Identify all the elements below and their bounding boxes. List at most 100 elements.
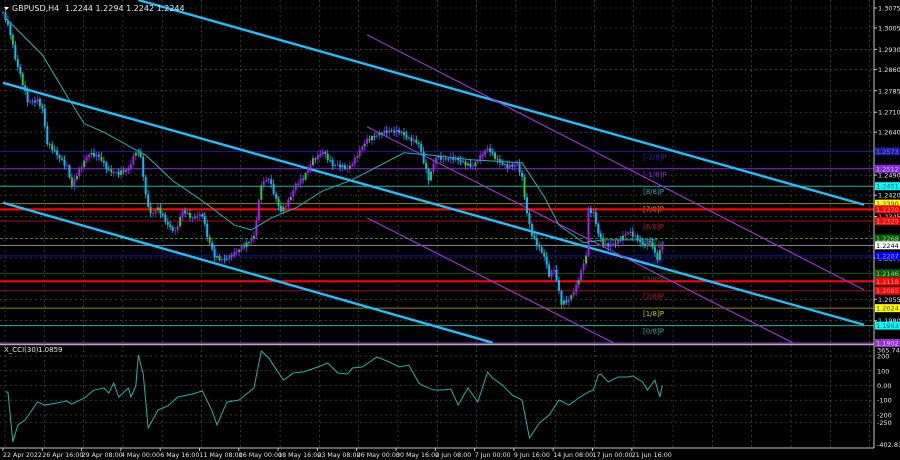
candle-body	[466, 163, 469, 166]
candle-body	[427, 168, 430, 181]
candle-body	[528, 213, 531, 225]
candle-body	[211, 242, 214, 250]
candle-body	[208, 237, 211, 243]
candle-body	[110, 169, 113, 173]
candle-body	[319, 154, 322, 156]
candle-body	[351, 163, 354, 166]
price-tag-label: 1.2512	[876, 165, 899, 173]
candle-body	[585, 255, 588, 264]
candle-body	[491, 152, 494, 153]
candle-body	[316, 154, 319, 160]
candle-body	[154, 210, 157, 214]
candle-body	[147, 194, 150, 207]
candle-body	[388, 130, 391, 133]
candle-body	[166, 221, 169, 225]
candle-body	[530, 224, 533, 236]
candle-body	[395, 129, 398, 133]
candle-body	[83, 160, 86, 167]
candle-body	[602, 237, 605, 246]
candle-body	[142, 156, 145, 177]
candle-body	[125, 169, 127, 173]
candle-body	[250, 238, 253, 243]
candle-body	[24, 85, 27, 92]
ohlc-readout: 1.2244 1.2294 1.2242 1.2244	[65, 4, 185, 13]
candle-body	[383, 130, 386, 135]
candle-body	[540, 247, 543, 253]
candle-body	[393, 130, 396, 133]
candle-body	[481, 155, 484, 156]
candle-body	[311, 158, 314, 166]
candle-body	[469, 163, 472, 167]
candle-body	[565, 300, 568, 303]
candle-body	[442, 158, 445, 160]
level-label: [-1/8]P	[643, 171, 666, 179]
price-tag-label: 1.2329	[876, 218, 899, 226]
candle-body	[410, 137, 413, 142]
time-tick-label: 21 Jun 16:00	[632, 452, 672, 459]
candle-body	[156, 207, 159, 211]
candle-body	[626, 232, 629, 235]
candle-body	[511, 164, 514, 167]
candle-body	[484, 150, 487, 156]
candle-body	[93, 152, 96, 157]
candle-body	[331, 160, 334, 166]
candle-body	[169, 224, 172, 228]
candle-body	[248, 242, 250, 244]
candle-body	[555, 269, 558, 281]
candle-body	[557, 280, 560, 291]
price-tick-label: 1.2710	[878, 109, 900, 117]
candle-body	[282, 206, 285, 212]
price-tag-label: 1.2085	[876, 287, 899, 295]
candle-body	[186, 213, 189, 214]
candle-body	[321, 152, 324, 155]
candle-body	[228, 255, 231, 260]
candle-body	[378, 133, 381, 136]
candle-body	[2, 12, 4, 14]
candle-body	[494, 152, 496, 159]
candle-body	[415, 139, 418, 143]
time-tick-label: 6 May 16:00	[160, 452, 199, 459]
price-tag-label: 1.2573	[876, 148, 899, 156]
price-tag-label: 1.2370	[876, 206, 899, 214]
price-tick-label: 1.3075	[878, 5, 900, 13]
candle-body	[63, 159, 66, 166]
candle-body	[380, 133, 383, 135]
candle-body	[604, 243, 607, 246]
time-tick-label: 14 Jun 08:00	[553, 452, 593, 459]
chart-background	[0, 0, 900, 460]
candle-body	[592, 212, 595, 214]
candle-body	[51, 144, 54, 151]
candle-body	[580, 270, 583, 281]
candle-body	[29, 101, 32, 103]
cci-tick-label: 200	[877, 353, 889, 361]
candle-body	[53, 150, 56, 152]
candle-body	[447, 158, 450, 160]
candle-body	[597, 224, 600, 234]
candle-body	[95, 154, 98, 157]
candle-body	[257, 199, 260, 221]
candle-body	[70, 177, 73, 186]
candle-body	[577, 280, 580, 285]
candle-body	[518, 163, 521, 173]
price-chart[interactable]: [-2/8]P[-1/8]P[8/8]P[7/8]P[6/8]P[5/8]P[4…	[0, 0, 900, 460]
candle-body	[78, 168, 81, 176]
time-tick-label: 2 Jun 08:00	[435, 452, 471, 459]
candle-body	[80, 166, 83, 169]
candle-body	[462, 161, 465, 163]
candle-body	[503, 164, 506, 166]
candle-body	[363, 143, 366, 147]
candle-body	[68, 165, 71, 178]
level-label: [5/8]P	[643, 240, 664, 248]
candle-body	[149, 206, 152, 214]
candle-body	[361, 146, 364, 150]
price-tag-label: 1.2118	[876, 278, 899, 286]
price-tick-label: 1.2640	[878, 129, 900, 137]
candle-body	[127, 169, 130, 170]
candle-body	[144, 176, 147, 195]
candle-body	[73, 179, 76, 186]
candle-body	[506, 164, 509, 169]
candle-body	[545, 256, 548, 265]
level-label: [6/8]P	[643, 223, 664, 231]
candle-body	[543, 252, 546, 257]
candle-body	[324, 152, 327, 154]
